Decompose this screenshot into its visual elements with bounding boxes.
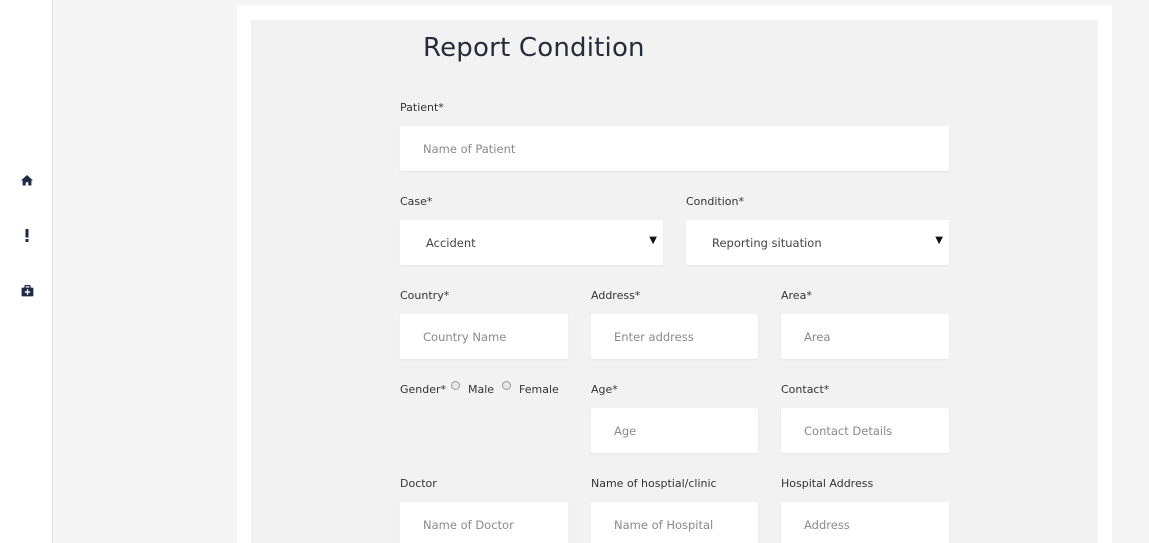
age-label: Age* <box>591 383 618 396</box>
chevron-down-icon: ▼ <box>649 235 657 246</box>
doctor-label: Doctor <box>400 477 437 490</box>
report-form <box>251 20 1098 543</box>
gender-male-radio[interactable] <box>451 381 460 390</box>
address-label: Address* <box>591 289 641 302</box>
chevron-down-icon: ▼ <box>935 235 943 246</box>
gender-male-label: Male <box>468 383 495 396</box>
case-select-value: Accident <box>426 236 476 250</box>
patient-label: Patient* <box>400 101 444 114</box>
home-icon[interactable] <box>19 172 35 188</box>
gender-female-radio[interactable] <box>502 381 511 390</box>
gender-label: Gender* <box>400 383 447 396</box>
contact-label: Contact* <box>781 383 830 396</box>
hospital-address-input[interactable] <box>781 502 949 543</box>
area-label: Area* <box>781 289 812 302</box>
address-input[interactable] <box>591 314 758 359</box>
hospital-address-label: Hospital Address <box>781 477 874 490</box>
case-select[interactable]: Accident ▼ <box>400 220 663 265</box>
condition-select-value: Reporting situation <box>712 236 822 250</box>
case-label: Case* <box>400 195 433 208</box>
hospital-input[interactable] <box>591 502 758 543</box>
sidebar <box>0 0 53 543</box>
page-title: Report Condition <box>423 33 645 63</box>
age-input[interactable] <box>591 408 758 453</box>
exclamation-icon[interactable] <box>19 227 35 243</box>
doctor-input[interactable] <box>400 502 568 543</box>
gender-female-label: Female <box>519 383 559 396</box>
country-label: Country* <box>400 289 450 302</box>
patient-input[interactable] <box>400 126 949 171</box>
condition-select[interactable]: Reporting situation ▼ <box>686 220 949 265</box>
contact-input[interactable] <box>781 408 949 453</box>
hospital-label: Name of hosptial/clinic <box>591 477 717 490</box>
medical-kit-icon[interactable] <box>19 283 35 299</box>
area-input[interactable] <box>781 314 949 359</box>
condition-label: Condition* <box>686 195 744 208</box>
country-input[interactable] <box>400 314 568 359</box>
